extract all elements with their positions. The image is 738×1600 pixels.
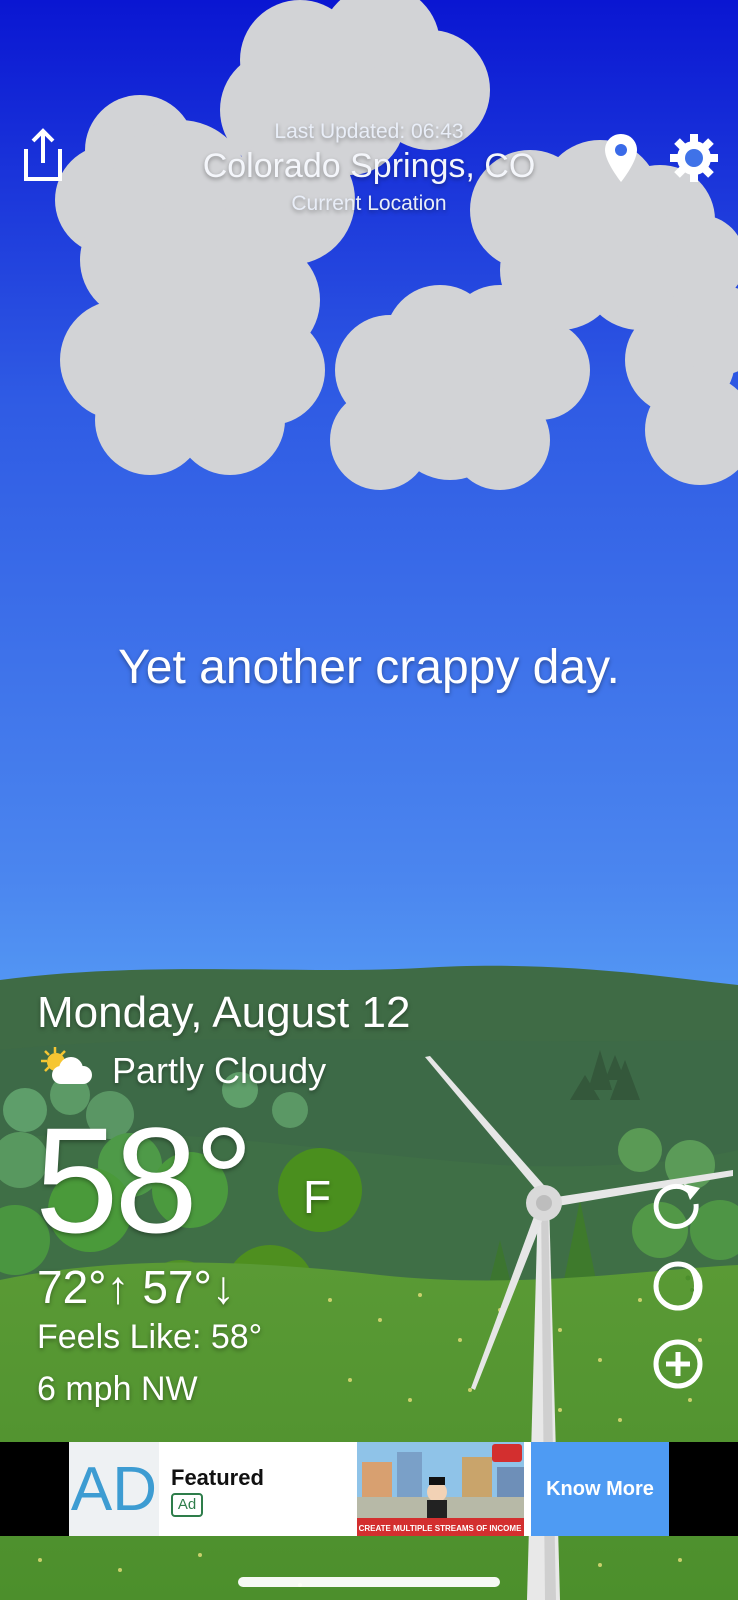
location-button[interactable]: [593, 130, 649, 186]
home-indicator[interactable]: [238, 1577, 500, 1587]
condition-label: Partly Cloudy: [112, 1050, 327, 1091]
weather-scene-background: [0, 0, 738, 1600]
tagline: Yet another crappy day.: [118, 641, 620, 694]
add-location-button[interactable]: [650, 1336, 706, 1392]
wind-label: 6 mph NW: [37, 1370, 198, 1408]
current-temperature: 58°: [35, 1096, 254, 1264]
partly-cloudy-icon: [37, 1045, 95, 1092]
know-more-button[interactable]: Know More: [531, 1442, 669, 1536]
gear-icon: [670, 134, 718, 182]
refresh-icon: [653, 1183, 700, 1229]
high-low-temperature: 72°↑ 57°↓: [37, 1261, 235, 1313]
ad-logo: AD: [69, 1442, 159, 1536]
ad-title: Featured: [171, 1465, 264, 1490]
ad-badge: Ad: [171, 1493, 203, 1517]
current-location-label: Current Location: [291, 192, 447, 215]
add-circle-icon: [653, 1339, 703, 1389]
ad-image-caption: CREATE MULTIPLE STREAMS OF INCOME: [359, 1524, 522, 1533]
location-pin-icon: [605, 134, 637, 182]
moon-icon: [653, 1261, 703, 1311]
settings-button[interactable]: [666, 130, 722, 186]
refresh-button[interactable]: [650, 1180, 706, 1236]
temperature-unit-toggle[interactable]: F: [292, 1170, 342, 1224]
feels-like-label: Feels Like: 58°: [37, 1318, 263, 1356]
moon-button[interactable]: [650, 1258, 706, 1314]
date-label: Monday, August 12: [37, 988, 411, 1037]
ad-image[interactable]: CREATE MULTIPLE STREAMS OF INCOME: [357, 1442, 524, 1536]
